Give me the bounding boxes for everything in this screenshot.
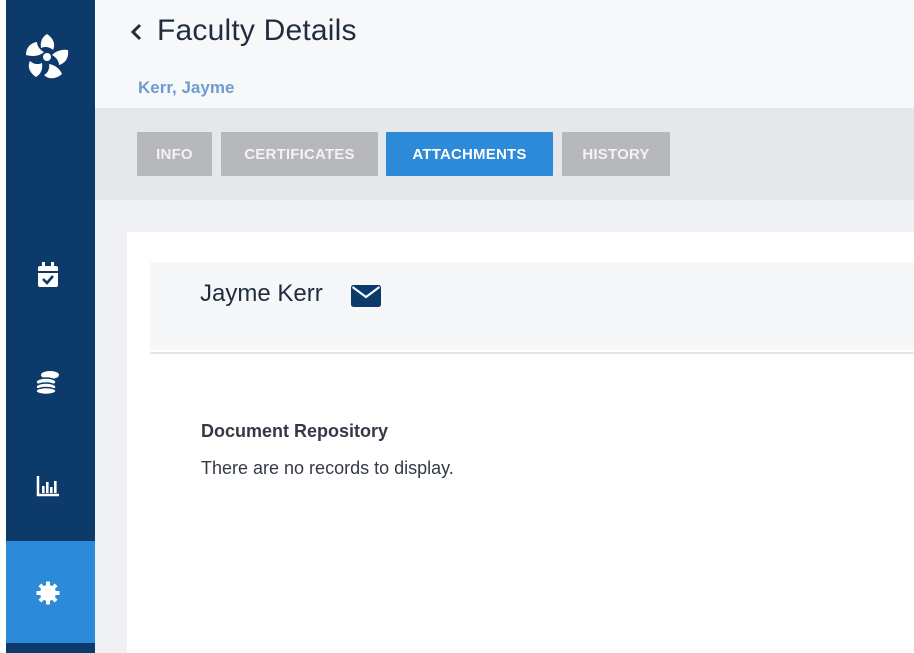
- empty-state-message: There are no records to display.: [201, 458, 454, 478]
- page-title: Faculty Details: [157, 14, 357, 47]
- tab-history[interactable]: HISTORY: [562, 132, 670, 176]
- faculty-name-link[interactable]: Kerr, Jayme: [138, 78, 234, 98]
- envelope-icon[interactable]: [351, 285, 381, 307]
- person-name: Jayme Kerr: [200, 280, 323, 307]
- divider: [150, 352, 914, 354]
- rail-footer: [6, 643, 95, 653]
- tab-info[interactable]: INFO: [137, 132, 212, 176]
- gear-icon: [34, 579, 62, 607]
- coins-icon[interactable]: [34, 368, 62, 396]
- app-logo-icon[interactable]: [18, 28, 76, 86]
- section-heading: Document Repository: [201, 421, 389, 441]
- tab-certificates[interactable]: CERTIFICATES: [221, 132, 378, 176]
- calendar-check-icon[interactable]: [34, 261, 62, 289]
- nav-item-settings[interactable]: [6, 541, 95, 643]
- bar-chart-icon[interactable]: [34, 472, 62, 500]
- tab-attachments[interactable]: ATTACHMENTS: [386, 132, 553, 176]
- back-chevron-icon[interactable]: [126, 22, 146, 42]
